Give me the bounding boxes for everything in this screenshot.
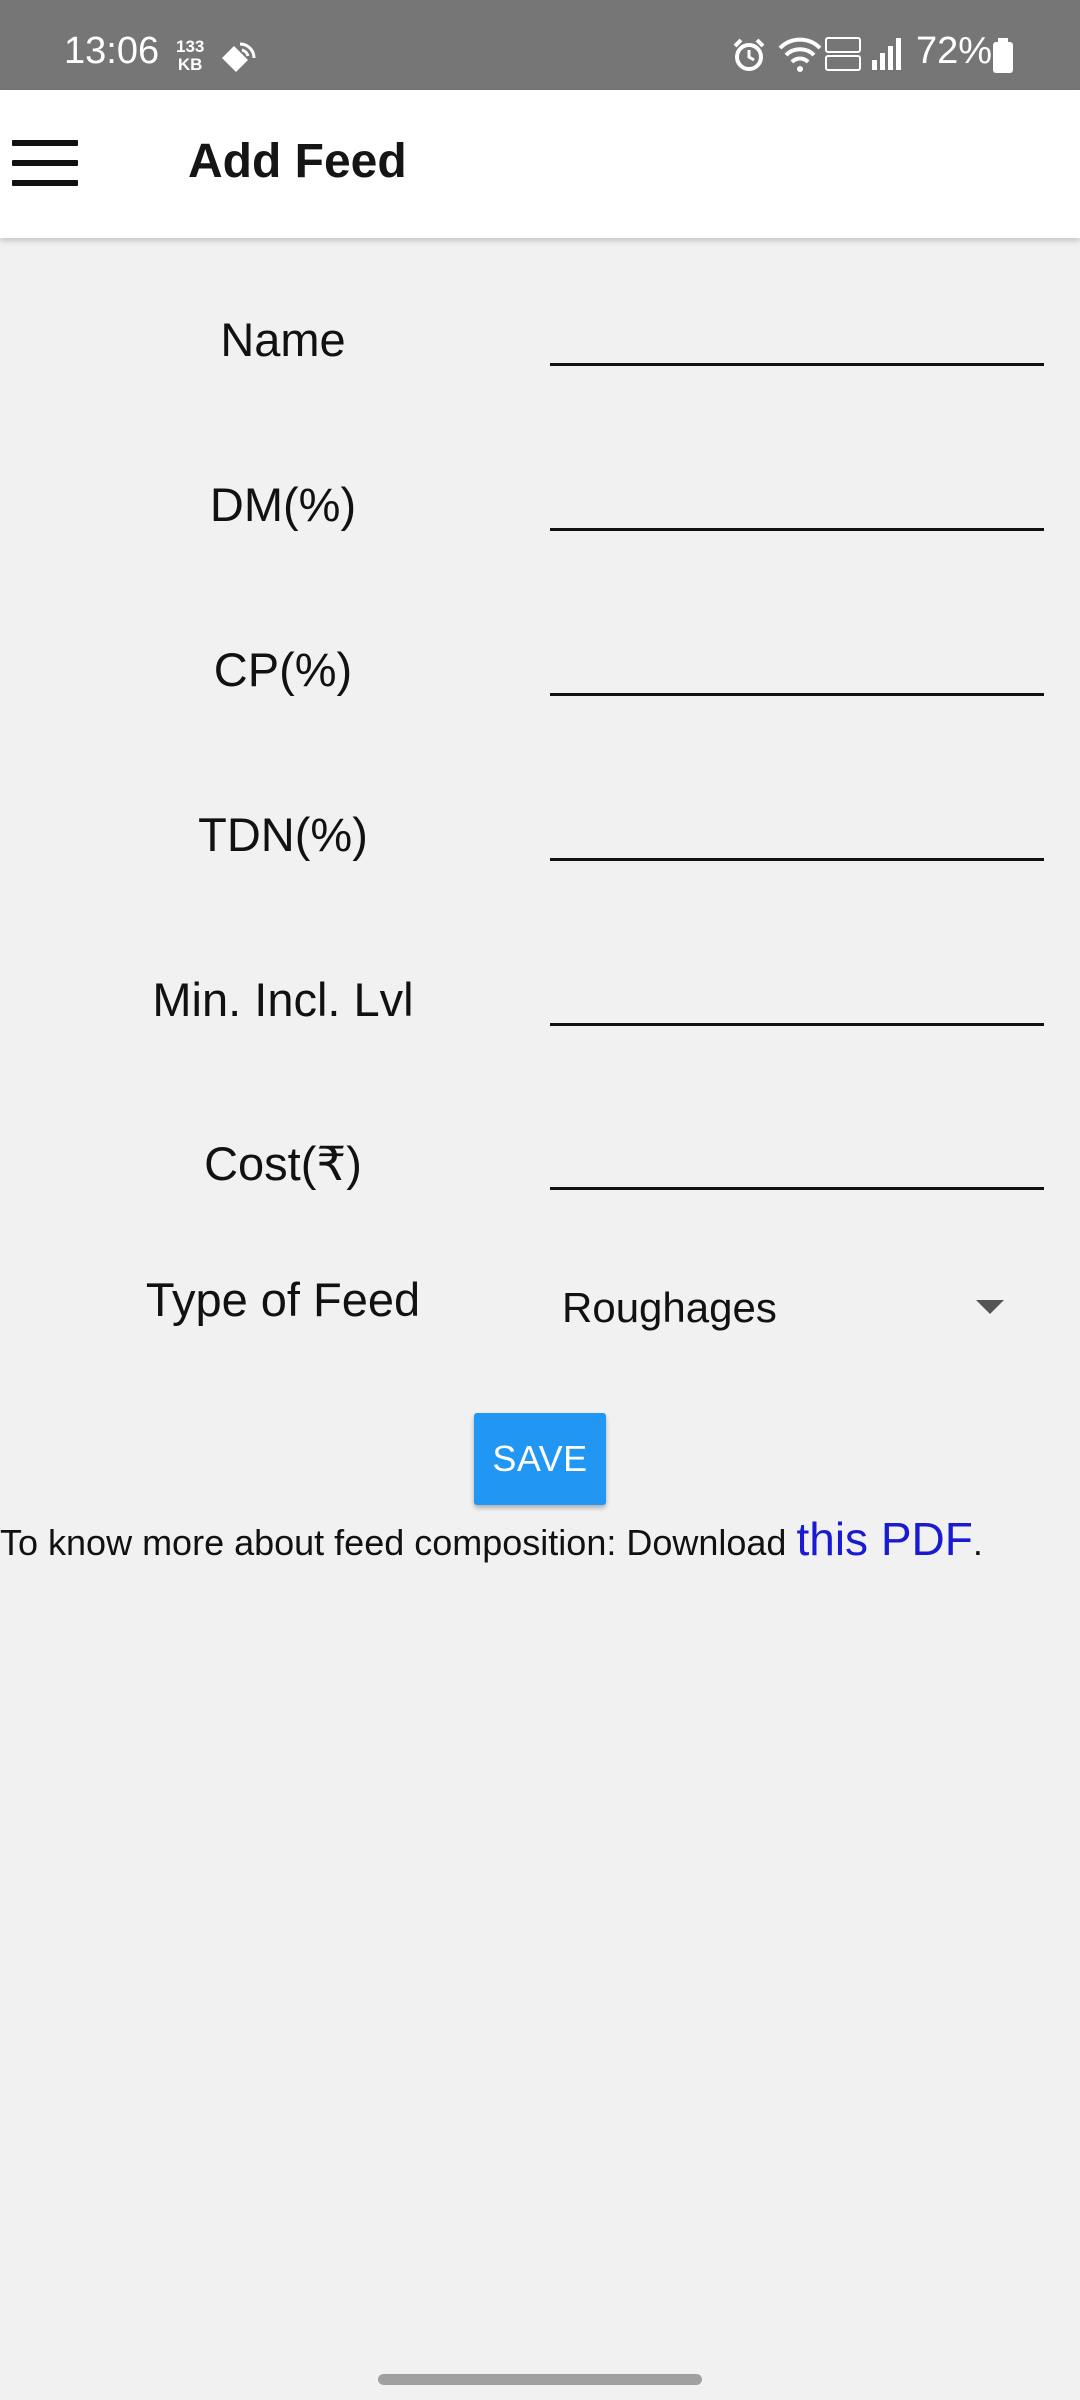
data-rate-indicator: 133 KB <box>176 38 204 74</box>
form-row-tdn: TDN(%) <box>0 767 1080 877</box>
volte-icon <box>824 34 862 78</box>
tdn-label: TDN(%) <box>198 808 368 861</box>
form-row-name: Name <box>0 272 1080 382</box>
form-row-min-incl-lvl: Min. Incl. Lvl <box>0 932 1080 1042</box>
battery-icon <box>992 38 1014 79</box>
tdn-input[interactable] <box>550 787 1044 861</box>
app-bar: Add Feed <box>0 90 1080 238</box>
battery-percent: 72% <box>916 30 993 72</box>
min-incl-lvl-label: Min. Incl. Lvl <box>152 973 414 1026</box>
info-suffix: . <box>972 1522 983 1563</box>
page-title: Add Feed <box>188 135 407 188</box>
name-input[interactable] <box>550 292 1044 366</box>
form-row-cost: Cost(₹) <box>0 1096 1080 1206</box>
info-prefix: To know more about feed composition: Dow… <box>0 1522 797 1563</box>
form-row-type-of-feed: Type of Feed Roughages <box>0 1250 1080 1360</box>
home-indicator[interactable] <box>378 2374 702 2385</box>
data-rate-value: 133 <box>176 37 205 56</box>
type-of-feed-label: Type of Feed <box>145 1273 421 1326</box>
data-rate-unit: KB <box>177 55 203 74</box>
form-row-dm: DM(%) <box>0 437 1080 547</box>
dm-label: DM(%) <box>209 478 357 531</box>
dm-input[interactable] <box>550 457 1044 531</box>
alarm-icon <box>730 36 768 79</box>
min-incl-lvl-input[interactable] <box>550 952 1044 1026</box>
status-time: 13:06 <box>64 30 160 72</box>
wifi-icon <box>778 34 822 79</box>
form-row-cp: CP(%) <box>0 602 1080 712</box>
status-bar: 13:06 133 KB 72% <box>0 0 1080 90</box>
signal-icon <box>870 36 904 77</box>
cp-input[interactable] <box>550 622 1044 696</box>
cost-input[interactable] <box>550 1116 1044 1190</box>
name-label: Name <box>220 313 346 366</box>
cp-label: CP(%) <box>213 643 353 696</box>
pdf-download-link[interactable]: this PDF <box>796 1513 972 1565</box>
dropdown-arrow-icon <box>976 1300 1004 1314</box>
hotspot-icon <box>218 36 260 83</box>
feed-composition-info: To know more about feed composition: Dow… <box>0 1512 1080 1566</box>
type-of-feed-selected: Roughages <box>562 1284 777 1331</box>
menu-icon[interactable] <box>12 140 80 190</box>
cost-label: Cost(₹) <box>204 1137 362 1190</box>
save-button[interactable]: SAVE <box>474 1413 606 1505</box>
